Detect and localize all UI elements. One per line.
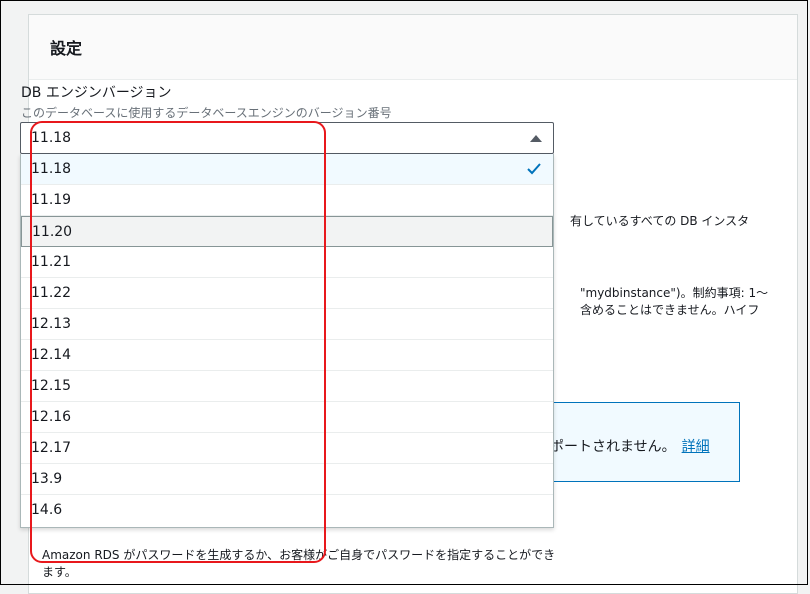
version-option[interactable]: 13.9 — [21, 464, 553, 495]
version-option-label: 11.18 — [31, 161, 72, 177]
version-option[interactable]: 12.14 — [21, 340, 553, 371]
version-option[interactable]: 12.13 — [21, 309, 553, 340]
version-option-label: 11.22 — [31, 285, 72, 301]
password-help-text-line1: Amazon RDS がパスワードを生成するか、お客様がご自身でパスワードを指定… — [42, 548, 556, 562]
panel-header: 設定 — [29, 15, 797, 80]
background-text-hyphen: 含めることはできません。ハイフ — [580, 303, 760, 317]
db-engine-version-label: DB エンジンバージョン — [21, 85, 172, 101]
caret-up-icon — [530, 135, 542, 142]
background-text-constraints: "mydbinstance")。制約事項: 1〜 — [580, 286, 769, 300]
version-option[interactable]: 11.21 — [21, 247, 553, 278]
version-option-label: 12.14 — [31, 347, 72, 363]
panel-title: 設定 — [50, 39, 83, 58]
version-option-label: 11.19 — [31, 192, 72, 208]
version-option[interactable]: 12.16 — [21, 402, 553, 433]
version-option[interactable]: 14.6 — [21, 495, 553, 526]
background-text-instances: 有しているすべての DB インスタ — [570, 214, 750, 228]
version-option[interactable]: 11.19 — [21, 185, 553, 216]
info-learn-more-link[interactable]: 詳細 — [682, 439, 710, 455]
password-help-text-line2: ます。 — [42, 565, 77, 579]
version-option[interactable]: 11.18 — [21, 154, 553, 185]
info-alert-text: ポートされません。 詳細 — [550, 436, 710, 456]
version-option-label: 14.6 — [31, 502, 63, 518]
version-option-label: 12.17 — [31, 440, 72, 456]
db-engine-version-select[interactable]: 11.18 — [20, 122, 554, 154]
version-option-label: 13.9 — [31, 471, 63, 487]
version-option-label: 11.20 — [32, 224, 73, 240]
version-option-label: 11.21 — [31, 254, 72, 270]
info-alert-message: ポートされません。 — [550, 439, 676, 455]
version-option-label: 12.16 — [31, 409, 72, 425]
version-option-label: 12.15 — [31, 378, 72, 394]
version-option[interactable]: 11.22 — [21, 278, 553, 309]
version-option[interactable]: 12.15 — [21, 371, 553, 402]
checkmark-icon — [527, 163, 541, 175]
select-current-value: 11.18 — [31, 130, 72, 146]
version-option-label: 12.13 — [31, 316, 72, 332]
version-option[interactable]: 11.20 — [21, 216, 553, 247]
version-dropdown-list: 11.18 11.19 11.20 11.21 11.22 12.13 12.1… — [20, 154, 554, 528]
version-option[interactable]: 12.17 — [21, 433, 553, 464]
db-engine-version-description: このデータベースに使用するデータベースエンジンのバージョン番号 — [21, 106, 392, 120]
